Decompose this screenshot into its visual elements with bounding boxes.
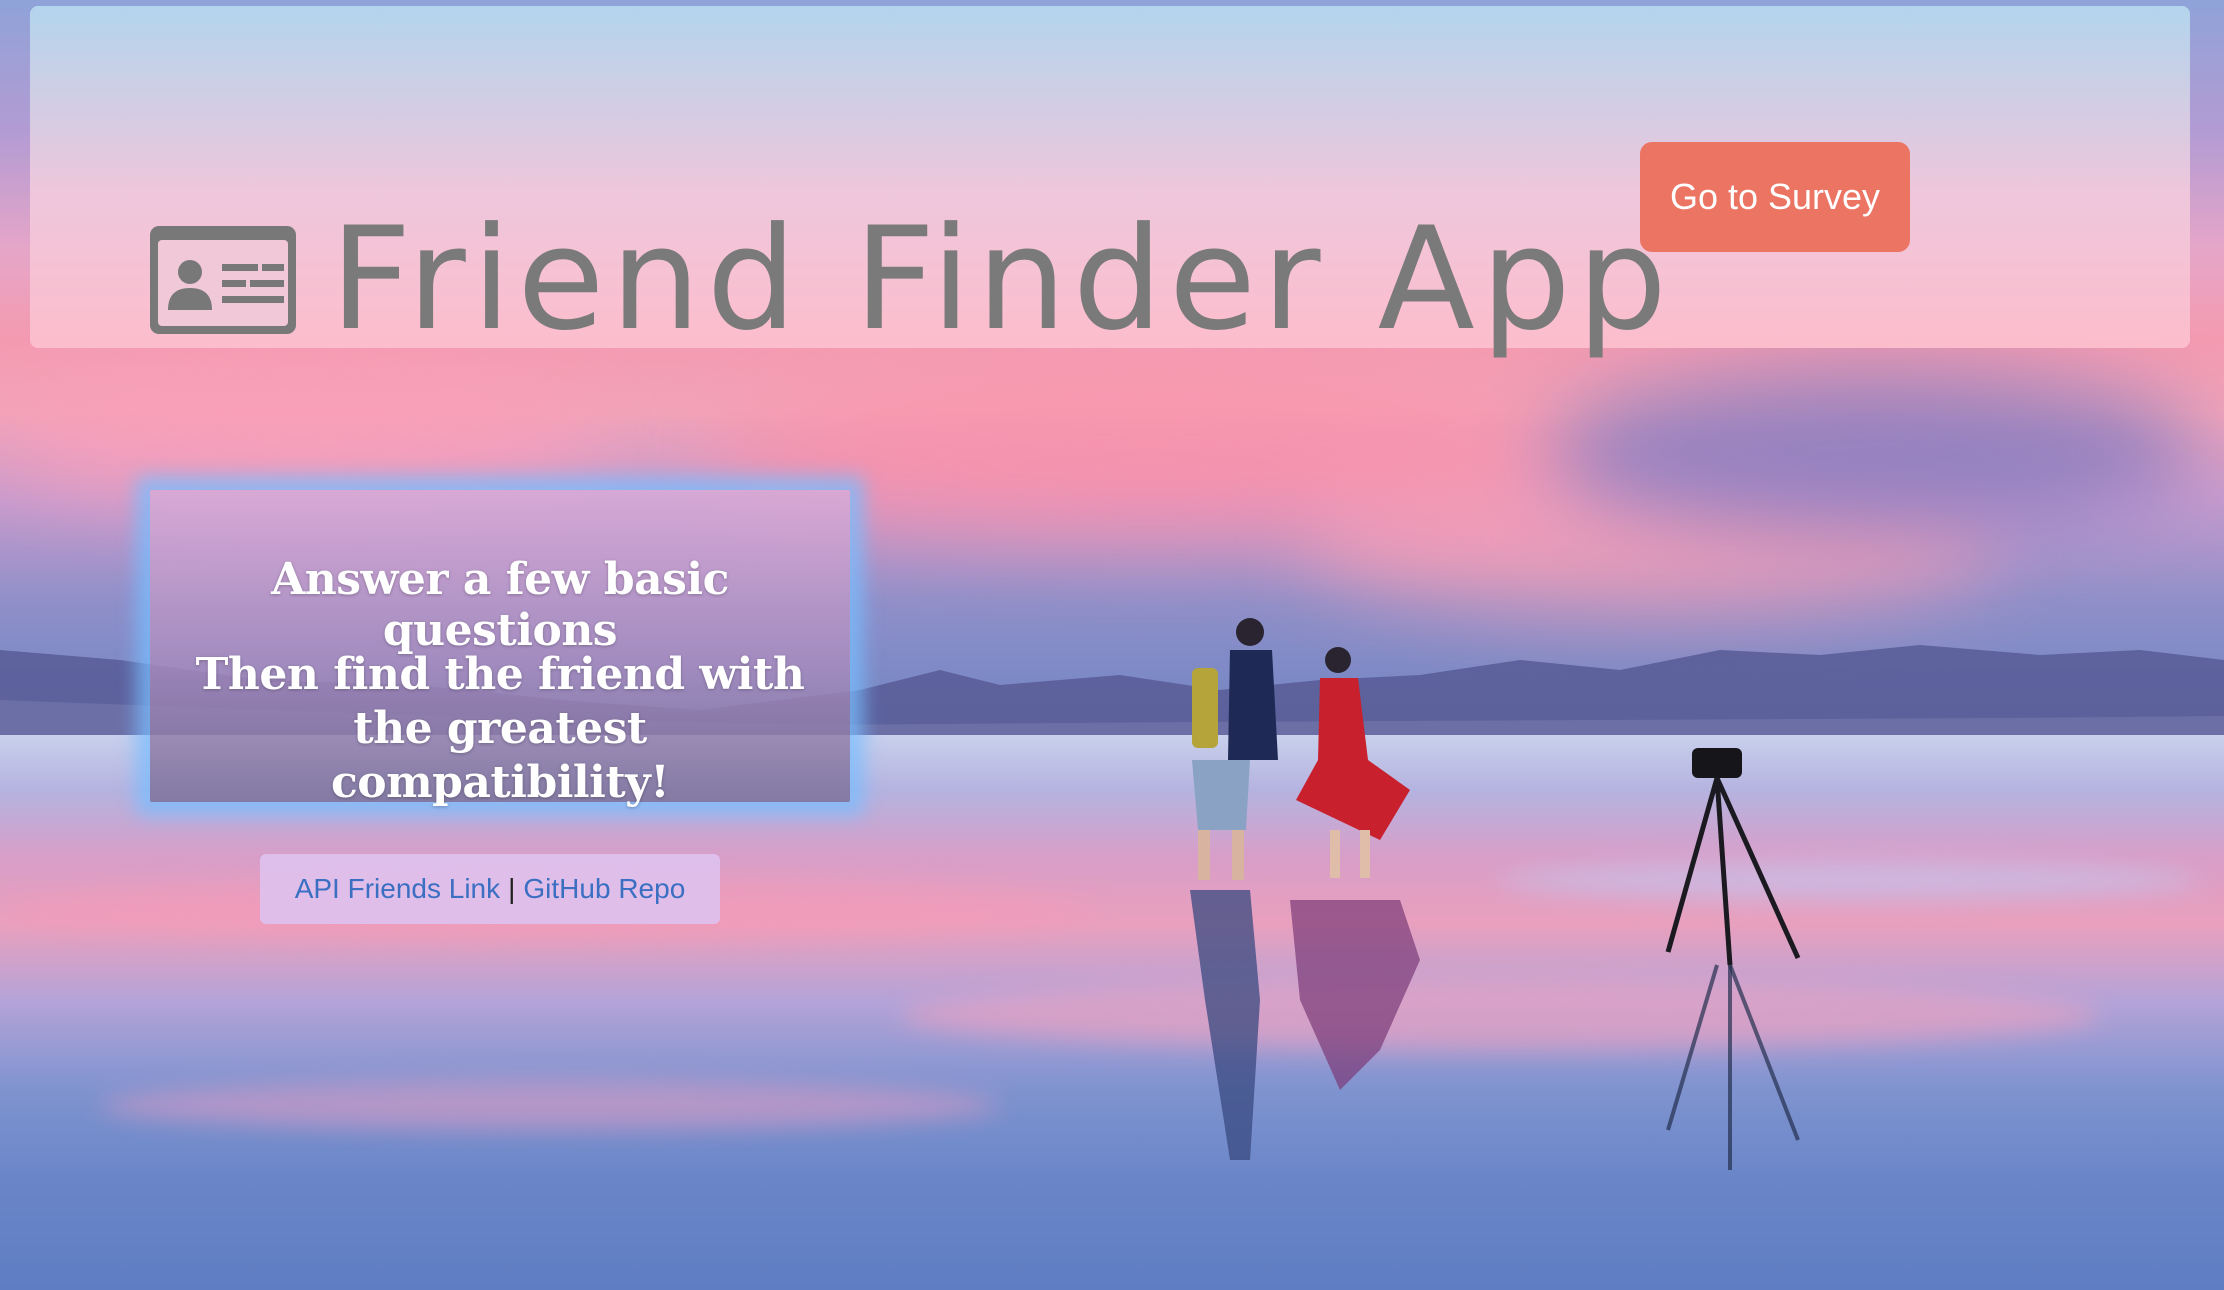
- page-title: Friend Finder App: [330, 197, 1674, 363]
- id-card-icon: [150, 226, 296, 335]
- footer-links: API Friends Link | GitHub Repo: [260, 854, 720, 924]
- info-heading: Answer a few basic questions: [271, 554, 729, 656]
- api-friends-link[interactable]: API Friends Link: [295, 873, 500, 905]
- brand: Friend Finder App: [150, 114, 1673, 446]
- info-panel: Answer a few basic questions Then find t…: [150, 490, 850, 808]
- link-separator: |: [508, 873, 516, 904]
- site-header: Friend Finder App Go to Survey: [30, 6, 2190, 351]
- go-to-survey-button[interactable]: Go to Survey: [1640, 142, 1910, 252]
- info-subheading: Then find the friend with the greatest c…: [195, 649, 805, 808]
- github-repo-link[interactable]: GitHub Repo: [523, 873, 685, 905]
